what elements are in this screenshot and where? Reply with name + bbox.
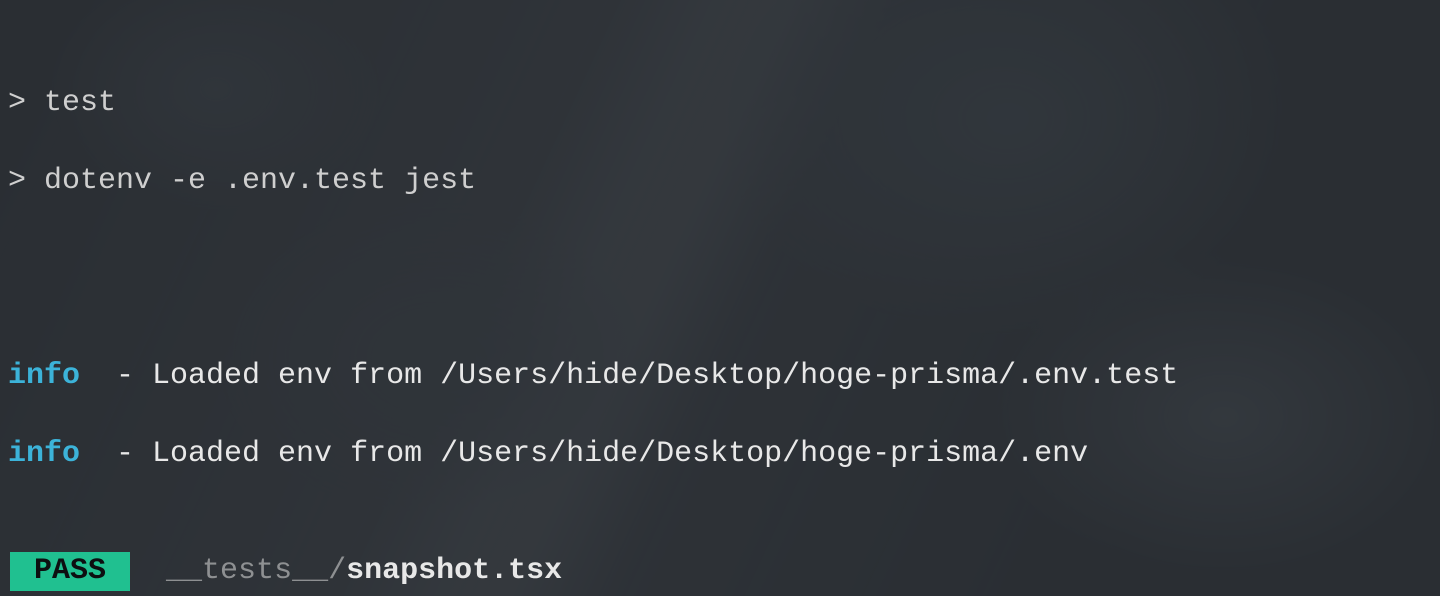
env-info-line: info - Loaded env from /Users/hide/Deskt… bbox=[8, 435, 1432, 474]
command-line: > test bbox=[8, 84, 1432, 123]
info-tag: info bbox=[8, 437, 80, 471]
test-result-line: PASS __tests__/snapshot.tsx bbox=[8, 552, 1432, 591]
result-dir: __tests__/ bbox=[166, 554, 346, 588]
pass-badge: PASS bbox=[10, 552, 130, 591]
env-info-line: info - Loaded env from /Users/hide/Deskt… bbox=[8, 357, 1432, 396]
terminal-output: > test > dotenv -e .env.test jest info -… bbox=[0, 0, 1440, 596]
blank-line bbox=[8, 240, 1432, 279]
command-line: > dotenv -e .env.test jest bbox=[8, 162, 1432, 201]
info-sep: - bbox=[80, 359, 152, 393]
info-msg: Loaded env from /Users/hide/Desktop/hoge… bbox=[152, 359, 1178, 393]
result-file: snapshot.tsx bbox=[346, 554, 562, 588]
info-sep: - bbox=[80, 437, 152, 471]
info-msg: Loaded env from /Users/hide/Desktop/hoge… bbox=[152, 437, 1088, 471]
info-tag: info bbox=[8, 359, 80, 393]
